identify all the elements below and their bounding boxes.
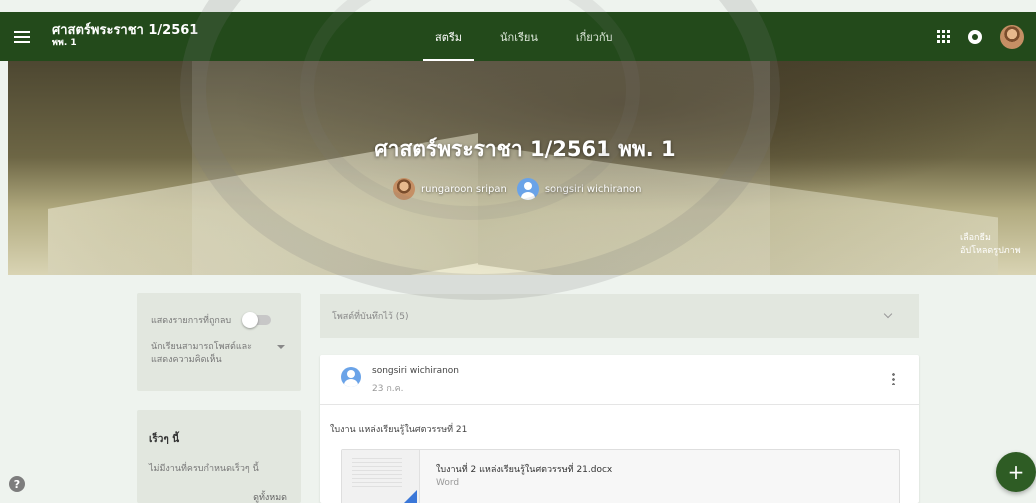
- top-right-icons: [937, 12, 1024, 61]
- word-doc-icon: [403, 490, 417, 503]
- class-banner: ศาสตร์พระราชา 1/2561 พพ. 1 rungaroon sri…: [8, 61, 1036, 275]
- chevron-down-icon: [883, 309, 893, 319]
- attachment-name: ใบงานที่ 2 แหล่งเรียนรู้ในศตวรรษที่ 21.d…: [436, 465, 613, 475]
- tab-stream[interactable]: สตรีม: [423, 12, 475, 61]
- post-attachment[interactable]: ใบงานที่ 2 แหล่งเรียนรู้ในศตวรรษที่ 21.d…: [341, 449, 900, 503]
- tab-bar: สตรีม นักเรียน เกี่ยวกับ: [423, 12, 625, 61]
- attachment-thumbnail: [342, 450, 420, 503]
- teacher-list: rungaroon sripan songsiri wichiranon: [393, 178, 652, 200]
- select-theme-link[interactable]: เลือกธีม: [960, 232, 1021, 245]
- tab-students[interactable]: นักเรียน: [488, 12, 550, 61]
- apps-icon[interactable]: [937, 30, 950, 43]
- post-author[interactable]: songsiri wichiranon: [372, 366, 459, 376]
- caret-down-icon: [277, 345, 285, 349]
- avatar[interactable]: [1000, 24, 1024, 49]
- class-title-block[interactable]: ศาสตร์พระราชา 1/2561 พพ. 1: [52, 24, 198, 48]
- menu-button[interactable]: [0, 12, 44, 61]
- show-deleted-label: แสดงรายการที่ถูกลบ: [151, 316, 232, 326]
- stream-post: songsiri wichiranon 23 ก.ค. ใบงาน แหล่งเ…: [320, 355, 919, 503]
- saved-posts-bar[interactable]: โพสต์ที่บันทึกไว้ (5): [320, 294, 919, 338]
- show-deleted-row: แสดงรายการที่ถูกลบ: [151, 312, 301, 328]
- plus-icon: +: [1007, 460, 1025, 484]
- menu-icon: [14, 35, 30, 38]
- teacher-name: rungaroon sripan: [421, 183, 507, 195]
- upcoming-title: เร็วๆ นี้: [149, 434, 180, 445]
- view-all-link[interactable]: ดูทั้งหมด: [253, 490, 287, 503]
- banner-center-panel: [192, 61, 770, 275]
- top-app-bar: ศาสตร์พระราชา 1/2561 พพ. 1 สตรีม นักเรีย…: [0, 12, 1036, 61]
- help-icon[interactable]: ?: [9, 476, 25, 492]
- post-header: songsiri wichiranon 23 ก.ค.: [320, 355, 919, 405]
- teacher-avatar: [393, 178, 415, 200]
- upcoming-card: เร็วๆ นี้ ไม่มีงานที่ครบกำหนดเร็วๆ นี้ ด…: [137, 410, 301, 503]
- student-permission-label: นักเรียนสามารถโพสต์และแสดงความคิดเห็น: [151, 342, 253, 366]
- upcoming-empty-text: ไม่มีงานที่ครบกำหนดเร็วๆ นี้: [149, 464, 259, 474]
- post-date: 23 ก.ค.: [372, 384, 404, 394]
- tab-about[interactable]: เกี่ยวกับ: [564, 12, 625, 61]
- class-section: พพ. 1: [52, 37, 77, 48]
- add-button[interactable]: +: [996, 452, 1036, 492]
- post-text: ใบงาน แหล่งเรียนรู้ในศตวรรษที่ 21: [330, 425, 468, 435]
- class-title: ศาสตร์พระราชา 1/2561: [52, 23, 199, 39]
- teacher-avatar-default-icon: [516, 178, 539, 200]
- show-deleted-toggle[interactable]: [242, 312, 272, 328]
- more-options-icon[interactable]: [892, 372, 895, 385]
- student-permission-row[interactable]: นักเรียนสามารถโพสต์และแสดงความคิดเห็น: [151, 341, 301, 367]
- author-avatar-icon: [341, 367, 361, 387]
- banner-title: ศาสตร์พระราชา 1/2561 พพ. 1: [374, 137, 676, 161]
- teacher-name: songsiri wichiranon: [544, 183, 642, 195]
- banner-actions: เลือกธีม อัปโหลดรูปภาพ: [960, 232, 1021, 257]
- notification-icon[interactable]: [968, 29, 982, 44]
- teacher-item[interactable]: rungaroon sripan: [393, 178, 507, 200]
- teacher-item[interactable]: songsiri wichiranon: [516, 178, 642, 200]
- settings-card: แสดงรายการที่ถูกลบ นักเรียนสามารถโพสต์แล…: [137, 293, 301, 391]
- saved-posts-label: โพสต์ที่บันทึกไว้ (5): [332, 312, 409, 322]
- attachment-type: Word: [436, 478, 460, 488]
- upload-photo-link[interactable]: อัปโหลดรูปภาพ: [960, 245, 1021, 258]
